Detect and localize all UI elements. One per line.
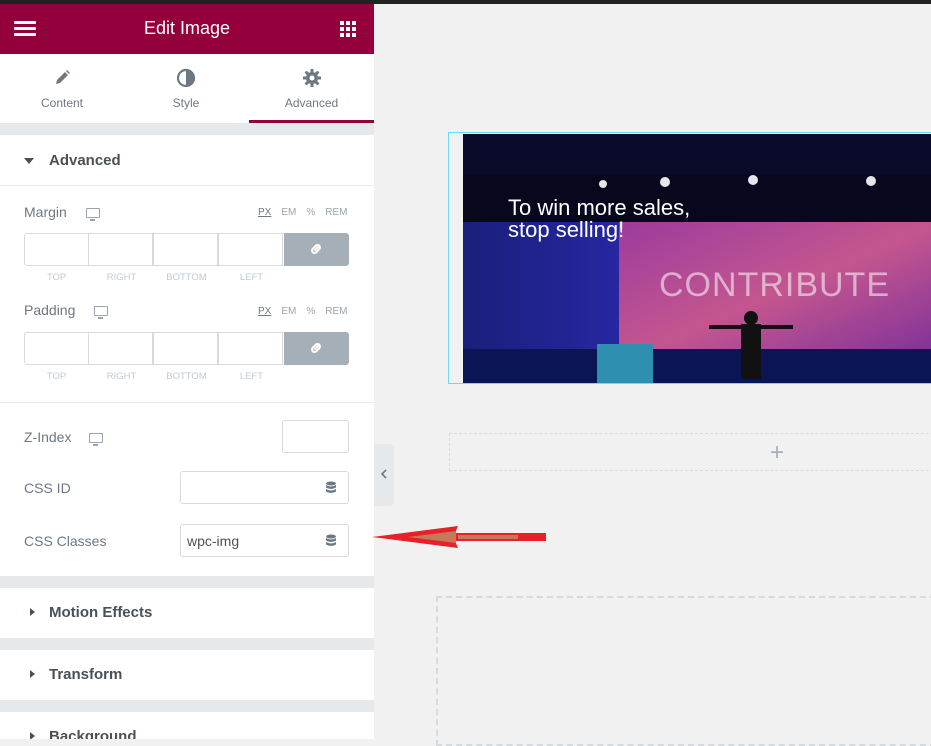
css-classes-label: CSS Classes	[24, 533, 107, 549]
transform-section[interactable]: Transform	[0, 650, 374, 700]
advanced-section-title: Advanced	[49, 152, 121, 169]
css-id-dynamic-button[interactable]	[314, 471, 349, 504]
gear-icon	[302, 69, 321, 87]
editor-panel: Edit Image Content Style Advanced Advanc…	[0, 4, 374, 739]
padding-top-label: TOP	[46, 371, 67, 382]
padding-left-label: LEFT	[239, 371, 264, 382]
monitor-icon[interactable]	[86, 208, 100, 221]
padding-right-input[interactable]	[88, 332, 153, 365]
contrast-icon	[176, 68, 196, 88]
monitor-icon[interactable]	[89, 433, 103, 446]
chevron-left-icon	[380, 469, 387, 479]
grid-icon[interactable]	[340, 21, 357, 38]
unit-px[interactable]: PX	[258, 207, 271, 218]
margin-bottom-label: BOTTOM	[166, 272, 207, 283]
padding-inputs	[24, 332, 349, 365]
panel-tabs: Content Style Advanced	[0, 54, 374, 123]
caret-down-icon	[24, 158, 34, 164]
margin-left-input[interactable]	[218, 233, 283, 266]
padding-link-button[interactable]	[284, 332, 349, 365]
unit-px[interactable]: PX	[258, 306, 271, 317]
tab-style-label: Style	[172, 96, 200, 110]
padding-right-label: RIGHT	[106, 371, 137, 382]
image-banner-text: CONTRIBUTE	[659, 266, 890, 304]
divider	[0, 402, 374, 403]
background-section[interactable]: Background	[0, 712, 374, 739]
advanced-section: Advanced Margin PX EM% REM TOP RIGHT BOTTO…	[0, 135, 374, 576]
image-widget[interactable]: To win more sales, stop selling! CONTRIB…	[448, 132, 931, 384]
margin-link-button[interactable]	[284, 233, 349, 266]
caret-right-icon	[30, 670, 35, 678]
unit-percent[interactable]: %	[306, 207, 315, 218]
padding-label: Padding	[24, 302, 76, 318]
tab-advanced[interactable]: Advanced	[249, 54, 374, 123]
monitor-icon[interactable]	[94, 306, 108, 319]
advanced-section-header[interactable]: Advanced	[0, 135, 374, 186]
caret-right-icon	[30, 608, 35, 616]
padding-top-input[interactable]	[24, 332, 89, 365]
margin-label: Margin	[24, 204, 67, 220]
database-icon	[326, 534, 336, 546]
margin-top-label: TOP	[46, 272, 67, 283]
margin-right-input[interactable]	[88, 233, 153, 266]
margin-units: PX EM% REM	[248, 207, 347, 218]
padding-bottom-input[interactable]	[153, 332, 218, 365]
margin-right-label: RIGHT	[106, 272, 137, 283]
image-headline: To win more sales, stop selling!	[508, 197, 690, 241]
unit-em[interactable]: EM	[281, 306, 296, 317]
unit-percent[interactable]: %	[306, 306, 315, 317]
link-icon	[311, 244, 321, 254]
red-arrow-annotation	[372, 526, 546, 548]
panel-collapse-handle[interactable]	[374, 444, 394, 506]
css-classes-input[interactable]: wpc-img	[180, 524, 315, 557]
padding-left-input[interactable]	[218, 332, 283, 365]
tab-advanced-label: Advanced	[284, 96, 339, 110]
margin-top-input[interactable]	[24, 233, 89, 266]
pencil-icon	[56, 70, 70, 84]
database-icon	[326, 481, 336, 493]
image-headline-line1: To win more sales,	[508, 195, 691, 220]
margin-inputs	[24, 233, 349, 266]
tab-style[interactable]: Style	[124, 54, 248, 123]
plus-icon: +	[770, 439, 785, 466]
unit-rem[interactable]: REM	[325, 306, 347, 317]
css-id-input[interactable]	[180, 471, 315, 504]
tab-content-label: Content	[40, 96, 84, 110]
padding-units: PX EM% REM	[248, 306, 347, 317]
z-index-input[interactable]	[282, 420, 349, 453]
background-title: Background	[49, 728, 137, 739]
css-id-label: CSS ID	[24, 480, 71, 496]
caret-right-icon	[30, 732, 35, 739]
add-section-button[interactable]: +	[449, 433, 931, 471]
link-icon	[311, 343, 321, 353]
motion-effects-title: Motion Effects	[49, 604, 153, 621]
transform-title: Transform	[49, 666, 123, 683]
margin-bottom-input[interactable]	[153, 233, 218, 266]
empty-section-dropzone[interactable]	[436, 596, 931, 746]
tab-content[interactable]: Content	[0, 54, 124, 123]
padding-bottom-label: BOTTOM	[166, 371, 207, 382]
unit-rem[interactable]: REM	[325, 207, 347, 218]
panel-header: Edit Image	[0, 4, 374, 54]
image-headline-line2: stop selling!	[508, 217, 625, 242]
stage-image: To win more sales, stop selling! CONTRIB…	[463, 134, 931, 383]
unit-em[interactable]: EM	[281, 207, 296, 218]
motion-effects-section[interactable]: Motion Effects	[0, 588, 374, 638]
panel-title: Edit Image	[143, 18, 231, 38]
z-index-label: Z-Index	[24, 429, 72, 445]
stage-photo	[463, 134, 931, 383]
margin-left-label: LEFT	[239, 272, 264, 283]
css-classes-dynamic-button[interactable]	[314, 524, 349, 557]
